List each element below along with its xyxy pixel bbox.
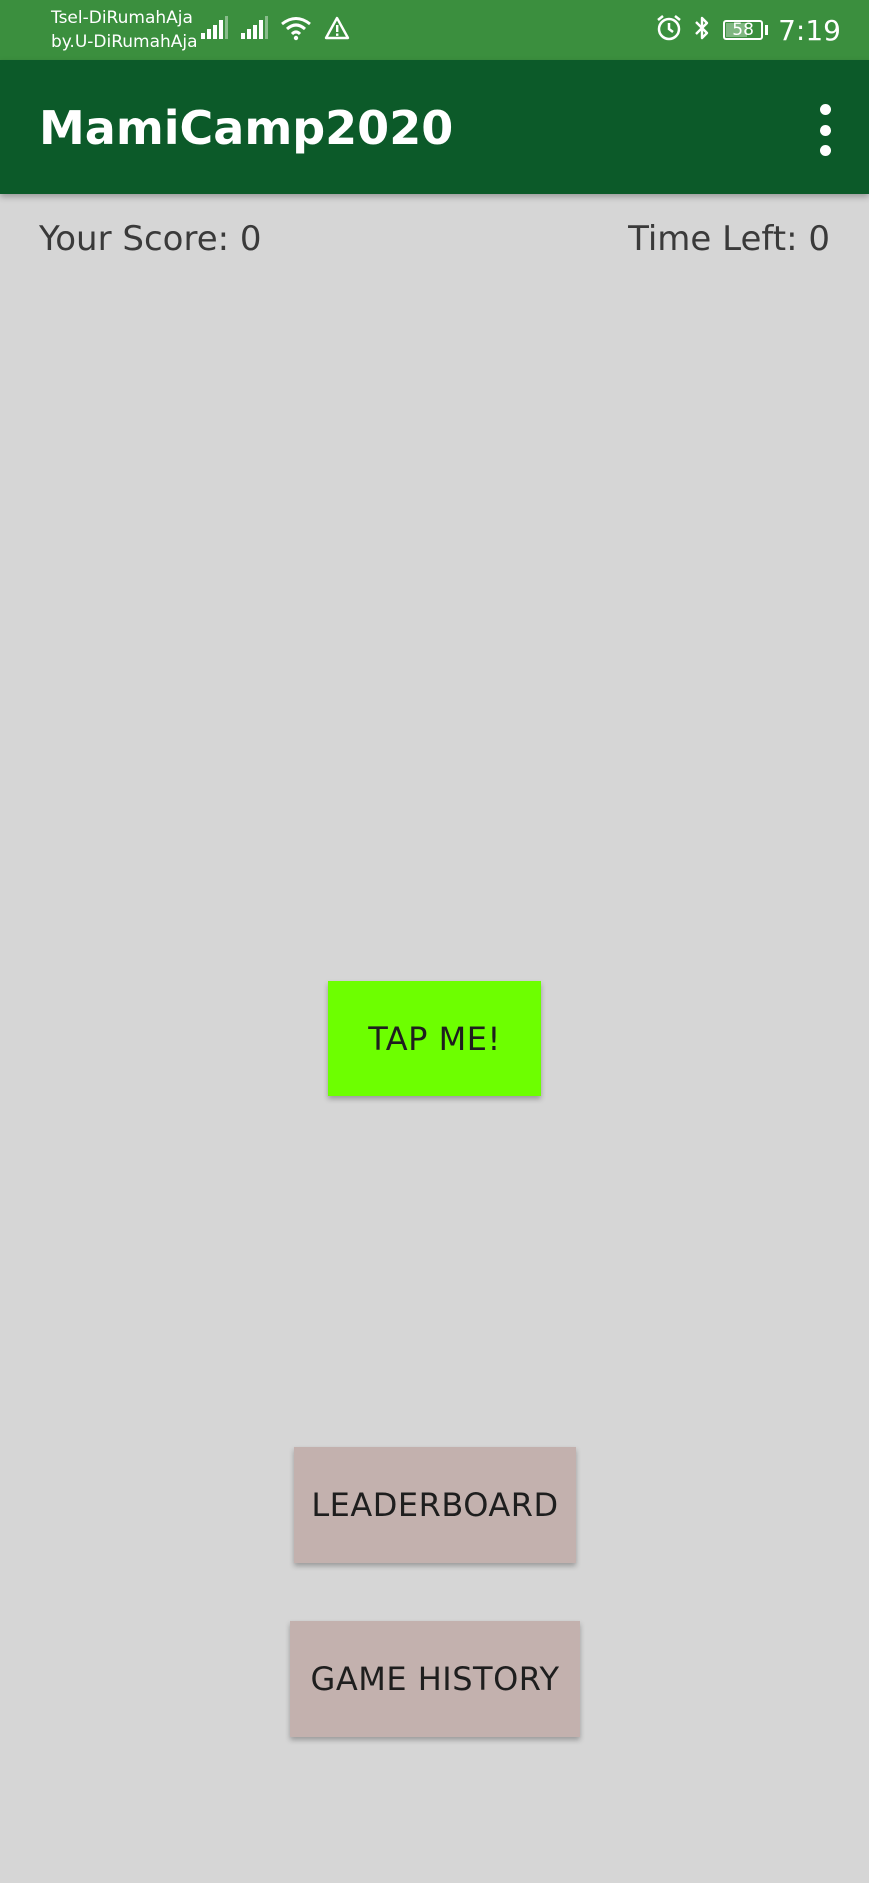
connectivity-icons [200,14,362,46]
app-bar: MamiCamp2020 [0,60,869,194]
battery-level: 58 [732,20,754,40]
carrier-name-secondary: by.U-DiRumahAja [51,32,198,52]
alarm-icon [655,14,683,46]
battery-tip [765,25,769,35]
score-label: Your Score: 0 [39,219,262,259]
system-status-icons: 58 7:19 [645,12,841,48]
app-title: MamiCamp2020 [39,101,454,155]
status-clock: 7:19 [778,13,841,47]
carrier-name-primary: Tsel-DiRumahAja [51,8,193,28]
menu-dot [819,145,831,156]
battery-icon: 58 [723,20,764,40]
warning-icon [324,16,350,44]
time-left-label: Time Left: 0 [628,219,830,259]
game-history-button[interactable]: GAME HISTORY [290,1621,580,1737]
status-bar: Tsel-DiRumahAja by.U-DiRumahAja 58 7:19 [0,0,869,60]
signal-icon [240,16,268,44]
signal-icon [200,16,228,44]
carrier-info: Tsel-DiRumahAja by.U-DiRumahAja [51,6,198,54]
leaderboard-button[interactable]: LEADERBOARD [294,1447,576,1563]
more-vert-icon[interactable] [807,104,843,156]
wifi-icon [280,15,312,45]
tap-me-button[interactable]: TAP ME! [328,981,541,1096]
menu-dot [819,104,831,115]
menu-dot [819,124,831,136]
bluetooth-icon [693,14,711,46]
